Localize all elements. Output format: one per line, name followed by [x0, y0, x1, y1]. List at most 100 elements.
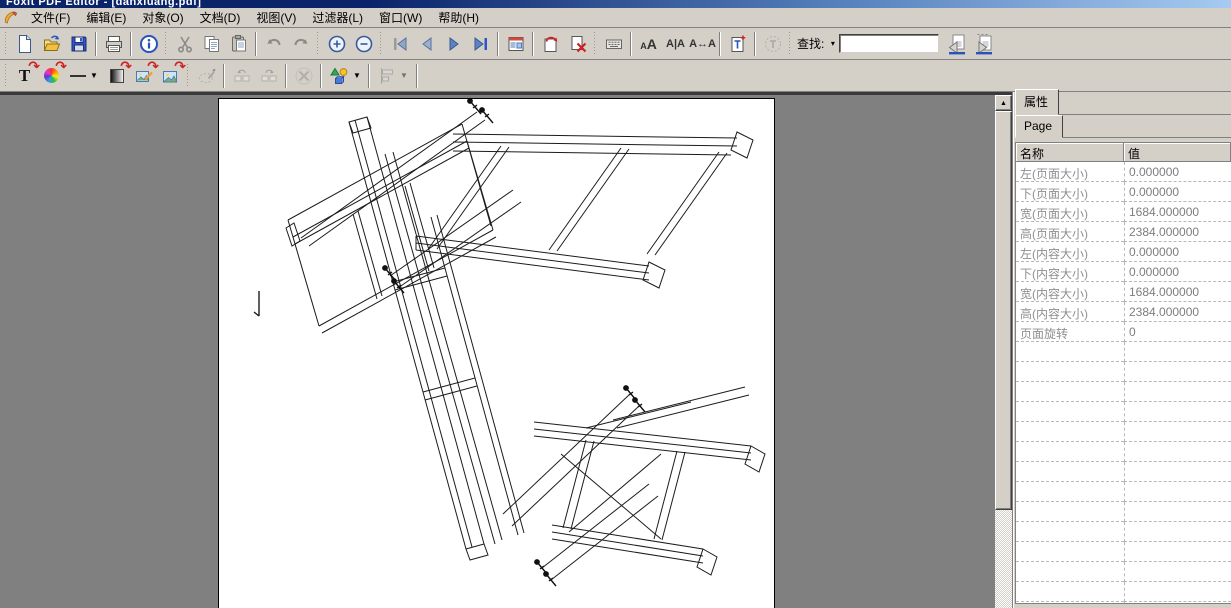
zoom-in-button[interactable]	[323, 30, 350, 57]
redo-button[interactable]	[287, 30, 314, 57]
property-row[interactable]: 高(页面大小)2384.000000	[1016, 222, 1231, 242]
line-style-button[interactable]: ▼	[65, 62, 103, 89]
property-value[interactable]	[1124, 502, 1231, 522]
new-document-button[interactable]	[11, 30, 38, 57]
property-row[interactable]: 宽(页面大小)1684.000000	[1016, 202, 1231, 222]
property-value[interactable]: 0	[1124, 322, 1231, 342]
paste-button[interactable]	[225, 30, 252, 57]
character-spacing-button[interactable]: A|A	[662, 30, 689, 57]
rotate-page-button[interactable]	[537, 30, 564, 57]
find-previous-button[interactable]	[943, 30, 970, 57]
edit-color-button[interactable]: ↷	[38, 62, 65, 89]
property-row[interactable]: 下(页面大小)0.000000	[1016, 182, 1231, 202]
property-row[interactable]	[1016, 482, 1231, 502]
toolbar-drag-handle[interactable]	[164, 32, 167, 56]
property-row[interactable]: 宽(内容大小)1684.000000	[1016, 282, 1231, 302]
property-value[interactable]: 0.000000	[1124, 182, 1231, 202]
page-thumbnail-button[interactable]	[502, 30, 529, 57]
scrollbar-thumb[interactable]	[995, 111, 1012, 510]
property-row[interactable]	[1016, 582, 1231, 602]
property-value[interactable]: 0.000000	[1124, 242, 1231, 262]
property-value[interactable]	[1124, 582, 1231, 602]
toolbar-drag-handle[interactable]	[593, 32, 596, 56]
add-text-button[interactable]	[724, 30, 751, 57]
property-value[interactable]	[1124, 482, 1231, 502]
property-row[interactable]: 左(内容大小)0.000000	[1016, 242, 1231, 262]
property-value[interactable]	[1124, 442, 1231, 462]
menu-item-6[interactable]: 窗口(W)	[371, 7, 430, 29]
property-row[interactable]: 下(内容大小)0.000000	[1016, 262, 1231, 282]
property-row[interactable]	[1016, 522, 1231, 542]
property-row[interactable]	[1016, 442, 1231, 462]
toolbar-drag-handle[interactable]	[4, 64, 7, 88]
send-backward-button[interactable]	[255, 62, 282, 89]
vertical-scrollbar[interactable]: ▲	[995, 92, 1012, 608]
property-value[interactable]	[1124, 562, 1231, 582]
toolbar-drag-handle[interactable]	[788, 32, 791, 56]
property-value[interactable]: 2384.000000	[1124, 302, 1231, 322]
menu-item-1[interactable]: 编辑(E)	[78, 7, 134, 29]
property-value[interactable]: 1684.000000	[1124, 282, 1231, 302]
menu-item-7[interactable]: 帮助(H)	[430, 7, 487, 29]
undo-button[interactable]	[260, 30, 287, 57]
property-value[interactable]	[1124, 602, 1231, 604]
property-row[interactable]	[1016, 342, 1231, 362]
property-row[interactable]	[1016, 602, 1231, 604]
find-options-dropdown[interactable]: ▾	[826, 33, 839, 55]
property-row[interactable]	[1016, 462, 1231, 482]
property-row[interactable]: 高(内容大小)2384.000000	[1016, 302, 1231, 322]
properties-panel-title-tab[interactable]: 属性	[1015, 89, 1059, 115]
cut-button[interactable]	[171, 30, 198, 57]
menu-item-0[interactable]: 文件(F)	[23, 7, 78, 29]
find-input[interactable]	[839, 34, 939, 53]
tab-page[interactable]: Page	[1015, 115, 1063, 138]
delete-page-button[interactable]	[564, 30, 591, 57]
property-value[interactable]	[1124, 342, 1231, 362]
property-row[interactable]: 左(页面大小)0.000000	[1016, 162, 1231, 182]
first-page-button[interactable]	[386, 30, 413, 57]
bring-forward-button[interactable]	[228, 62, 255, 89]
delete-object-button[interactable]	[290, 62, 317, 89]
property-value[interactable]: 0.000000	[1124, 262, 1231, 282]
fill-style-button[interactable]: ↷	[103, 62, 130, 89]
property-value[interactable]	[1124, 362, 1231, 382]
property-value[interactable]	[1124, 402, 1231, 422]
property-value[interactable]	[1124, 542, 1231, 562]
property-value[interactable]: 2384.000000	[1124, 222, 1231, 242]
menu-item-5[interactable]: 过滤器(L)	[304, 7, 371, 29]
property-value[interactable]	[1124, 382, 1231, 402]
virtual-keyboard-button[interactable]	[600, 30, 627, 57]
last-page-button[interactable]	[467, 30, 494, 57]
align-objects-button[interactable]: ▼	[373, 62, 413, 89]
menu-item-3[interactable]: 文档(D)	[192, 7, 249, 29]
font-size-button[interactable]: AA	[635, 30, 662, 57]
text-object-button[interactable]	[759, 30, 786, 57]
open-file-button[interactable]	[38, 30, 65, 57]
property-row[interactable]	[1016, 382, 1231, 402]
column-header-name[interactable]: 名称	[1016, 143, 1124, 162]
word-spacing-button[interactable]: A↔A	[689, 30, 716, 57]
menu-item-2[interactable]: 对象(O)	[134, 7, 191, 29]
toolbar-drag-handle[interactable]	[316, 32, 319, 56]
copy-button[interactable]	[198, 30, 225, 57]
property-row[interactable]	[1016, 542, 1231, 562]
property-row[interactable]	[1016, 362, 1231, 382]
property-value[interactable]: 1684.000000	[1124, 202, 1231, 222]
property-row[interactable]	[1016, 422, 1231, 442]
menu-item-4[interactable]: 视图(V)	[248, 7, 304, 29]
save-button[interactable]	[65, 30, 92, 57]
property-value[interactable]	[1124, 462, 1231, 482]
replace-image-button[interactable]: ↷	[157, 62, 184, 89]
next-page-button[interactable]	[440, 30, 467, 57]
title-bar[interactable]: Foxit PDF Editor - [danxiuang.pdf]	[0, 0, 1231, 8]
edit-text-button[interactable]: T ↷	[11, 62, 38, 89]
scroll-up-button[interactable]: ▲	[995, 95, 1012, 111]
property-row[interactable]	[1016, 402, 1231, 422]
find-next-button[interactable]	[970, 30, 997, 57]
insert-shapes-button[interactable]: ▼	[325, 62, 365, 89]
property-value[interactable]	[1124, 522, 1231, 542]
property-row[interactable]: 页面旋转0	[1016, 322, 1231, 342]
print-button[interactable]	[100, 30, 127, 57]
toolbar-drag-handle[interactable]	[186, 64, 189, 88]
zoom-out-button[interactable]	[350, 30, 377, 57]
